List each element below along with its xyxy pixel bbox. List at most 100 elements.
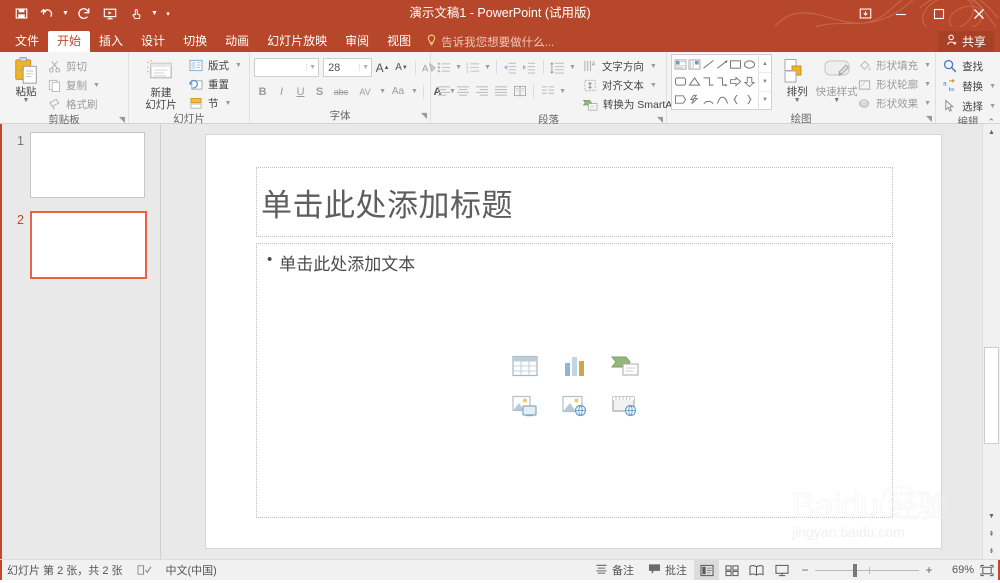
scrollbar-track[interactable] bbox=[983, 141, 1000, 508]
shape-rounded-rect-icon[interactable] bbox=[673, 73, 687, 90]
notes-button[interactable]: 备注 bbox=[588, 560, 641, 580]
quick-styles-button[interactable]: 快速样式 ▼ bbox=[815, 54, 858, 104]
shapes-gallery-scrollbar[interactable]: ▲ ▼ ▼ bbox=[757, 55, 771, 109]
language-label[interactable]: 中文(中国) bbox=[159, 560, 224, 580]
find-label[interactable]: 查找 bbox=[959, 57, 986, 75]
shape-fill-label[interactable]: 形状填充 bbox=[873, 57, 921, 75]
layout-label[interactable]: 版式 bbox=[205, 57, 232, 75]
zoom-track[interactable] bbox=[815, 563, 919, 577]
tab-insert[interactable]: 插入 bbox=[90, 31, 132, 52]
shape-triangle-icon[interactable] bbox=[687, 73, 701, 90]
zoom-handle[interactable] bbox=[853, 563, 858, 577]
slide-thumbnail-pane[interactable]: 1 2 bbox=[0, 124, 161, 559]
numbering-icon[interactable]: 123 bbox=[464, 59, 481, 76]
slide-canvas[interactable]: 单击此处添加标题 • 单击此处添加文本 Baidu 经验 jingyan.bai… bbox=[161, 124, 1000, 559]
shape-left-brace-icon[interactable] bbox=[729, 91, 743, 108]
title-placeholder[interactable]: 单击此处添加标题 bbox=[256, 167, 893, 237]
align-text-dropdown-icon[interactable]: ▼ bbox=[649, 82, 657, 89]
reset-label[interactable]: 重置 bbox=[205, 76, 232, 94]
insert-3d-model-icon[interactable] bbox=[509, 393, 541, 419]
copy-label[interactable]: 复制 bbox=[63, 77, 90, 95]
font-dialog-launcher[interactable]: ◥ bbox=[421, 109, 427, 122]
maximize-button[interactable] bbox=[920, 0, 958, 27]
touch-mouse-mode-icon[interactable] bbox=[123, 3, 149, 25]
decrease-font-size-icon[interactable]: A ▼ bbox=[393, 59, 410, 76]
vertical-scrollbar[interactable]: ▲ ▼ ⇞ ⇟ bbox=[982, 124, 1000, 559]
columns-dropdown-icon[interactable]: ▼ bbox=[558, 88, 566, 95]
paste-dropdown-icon[interactable]: ▼ bbox=[23, 97, 30, 104]
format-painter-label[interactable]: 格式刷 bbox=[63, 96, 101, 114]
underline-button[interactable]: U bbox=[292, 83, 309, 100]
bullets-dropdown-icon[interactable]: ▼ bbox=[454, 64, 462, 71]
increase-font-size-icon[interactable]: A ▲ bbox=[374, 59, 391, 76]
shape-arc-icon[interactable] bbox=[701, 91, 715, 108]
zoom-in-button[interactable]: + bbox=[924, 563, 934, 577]
shape-rectangle-icon[interactable] bbox=[729, 56, 743, 73]
bullets-icon[interactable] bbox=[435, 59, 452, 76]
shape-line-icon[interactable] bbox=[701, 56, 715, 73]
decrease-indent-icon[interactable] bbox=[502, 59, 519, 76]
line-spacing-dropdown-icon[interactable]: ▼ bbox=[568, 64, 576, 71]
shape-down-arrow-icon[interactable] bbox=[743, 73, 757, 90]
tab-home[interactable]: 开始 bbox=[48, 31, 91, 52]
arrange-dropdown-icon[interactable]: ▼ bbox=[794, 97, 801, 104]
shape-curve-icon[interactable] bbox=[715, 91, 729, 108]
tab-design[interactable]: 设计 bbox=[132, 31, 174, 52]
line-spacing-icon[interactable] bbox=[549, 59, 566, 76]
character-spacing-dropdown-icon[interactable]: ▼ bbox=[378, 88, 386, 95]
shape-right-brace-icon[interactable] bbox=[743, 91, 757, 108]
current-slide[interactable]: 单击此处添加标题 • 单击此处添加文本 bbox=[206, 135, 941, 548]
tab-view[interactable]: 视图 bbox=[378, 31, 420, 52]
layout-dropdown-icon[interactable]: ▼ bbox=[234, 62, 242, 69]
shape-outline-dropdown-icon[interactable]: ▼ bbox=[923, 81, 931, 88]
font-size-dropdown-icon[interactable]: ▼ bbox=[359, 64, 371, 71]
view-slideshow-button[interactable] bbox=[769, 560, 794, 580]
tab-file[interactable]: 文件 bbox=[6, 31, 48, 52]
font-name-input[interactable]: ▼ bbox=[254, 58, 320, 77]
align-center-icon[interactable] bbox=[454, 83, 471, 100]
tab-transitions[interactable]: 切换 bbox=[174, 31, 216, 52]
scroll-down-icon[interactable]: ▼ bbox=[983, 508, 1000, 525]
undo-dropdown-icon[interactable]: ▼ bbox=[60, 3, 71, 25]
align-text-label[interactable]: 对齐文本 bbox=[599, 77, 647, 95]
shapes-gallery-more-icon[interactable]: ▼ bbox=[759, 92, 771, 109]
shape-elbow-connector-icon[interactable] bbox=[701, 73, 715, 90]
tab-slideshow[interactable]: 幻灯片放映 bbox=[258, 31, 336, 52]
copy-dropdown-icon[interactable]: ▼ bbox=[92, 82, 100, 89]
fit-slide-to-window-button[interactable] bbox=[974, 560, 1000, 580]
zoom-out-button[interactable]: − bbox=[800, 563, 810, 577]
thumbnail-slide-1[interactable]: 1 bbox=[0, 132, 160, 198]
shape-right-arrow-icon[interactable] bbox=[729, 73, 743, 90]
tab-review[interactable]: 审阅 bbox=[336, 31, 378, 52]
insert-video-icon[interactable] bbox=[609, 393, 641, 419]
spell-check-icon[interactable] bbox=[130, 560, 159, 580]
scroll-up-icon[interactable]: ▲ bbox=[983, 124, 1000, 141]
shape-outline-label[interactable]: 形状轮廓 bbox=[873, 76, 921, 94]
text-direction-label[interactable]: 文字方向 bbox=[599, 58, 647, 76]
view-normal-button[interactable] bbox=[694, 560, 719, 580]
slide-count-label[interactable]: 幻灯片 第 2 张，共 2 张 bbox=[0, 560, 130, 580]
tab-animations[interactable]: 动画 bbox=[216, 31, 258, 52]
columns-layout-icon[interactable] bbox=[539, 83, 556, 100]
thumbnail-preview[interactable] bbox=[30, 211, 147, 279]
arrange-button[interactable]: 排列 ▼ bbox=[779, 54, 815, 104]
quick-styles-dropdown-icon[interactable]: ▼ bbox=[833, 97, 840, 104]
thumbnail-preview[interactable] bbox=[30, 132, 145, 198]
select-label[interactable]: 选择 bbox=[959, 97, 986, 115]
shapes-scroll-down-icon[interactable]: ▼ bbox=[758, 73, 771, 92]
numbering-dropdown-icon[interactable]: ▼ bbox=[483, 64, 491, 71]
insert-table-icon[interactable] bbox=[509, 353, 541, 379]
ribbon-display-options-icon[interactable] bbox=[848, 0, 882, 27]
close-button[interactable] bbox=[958, 0, 1000, 27]
customize-qat-icon[interactable]: ▾ bbox=[160, 3, 176, 25]
zoom-level-label[interactable]: 69% bbox=[940, 564, 974, 576]
font-size-input[interactable]: 28 ▼ bbox=[323, 58, 373, 77]
insert-smartart-icon[interactable] bbox=[609, 353, 641, 379]
shape-effects-label[interactable]: 形状效果 bbox=[873, 95, 921, 113]
comments-button[interactable]: 批注 bbox=[641, 560, 694, 580]
align-right-icon[interactable] bbox=[473, 83, 490, 100]
minimize-button[interactable] bbox=[882, 0, 920, 27]
section-dropdown-icon[interactable]: ▼ bbox=[223, 100, 231, 107]
scrollbar-thumb[interactable] bbox=[984, 346, 999, 444]
justify-icon[interactable] bbox=[492, 83, 509, 100]
